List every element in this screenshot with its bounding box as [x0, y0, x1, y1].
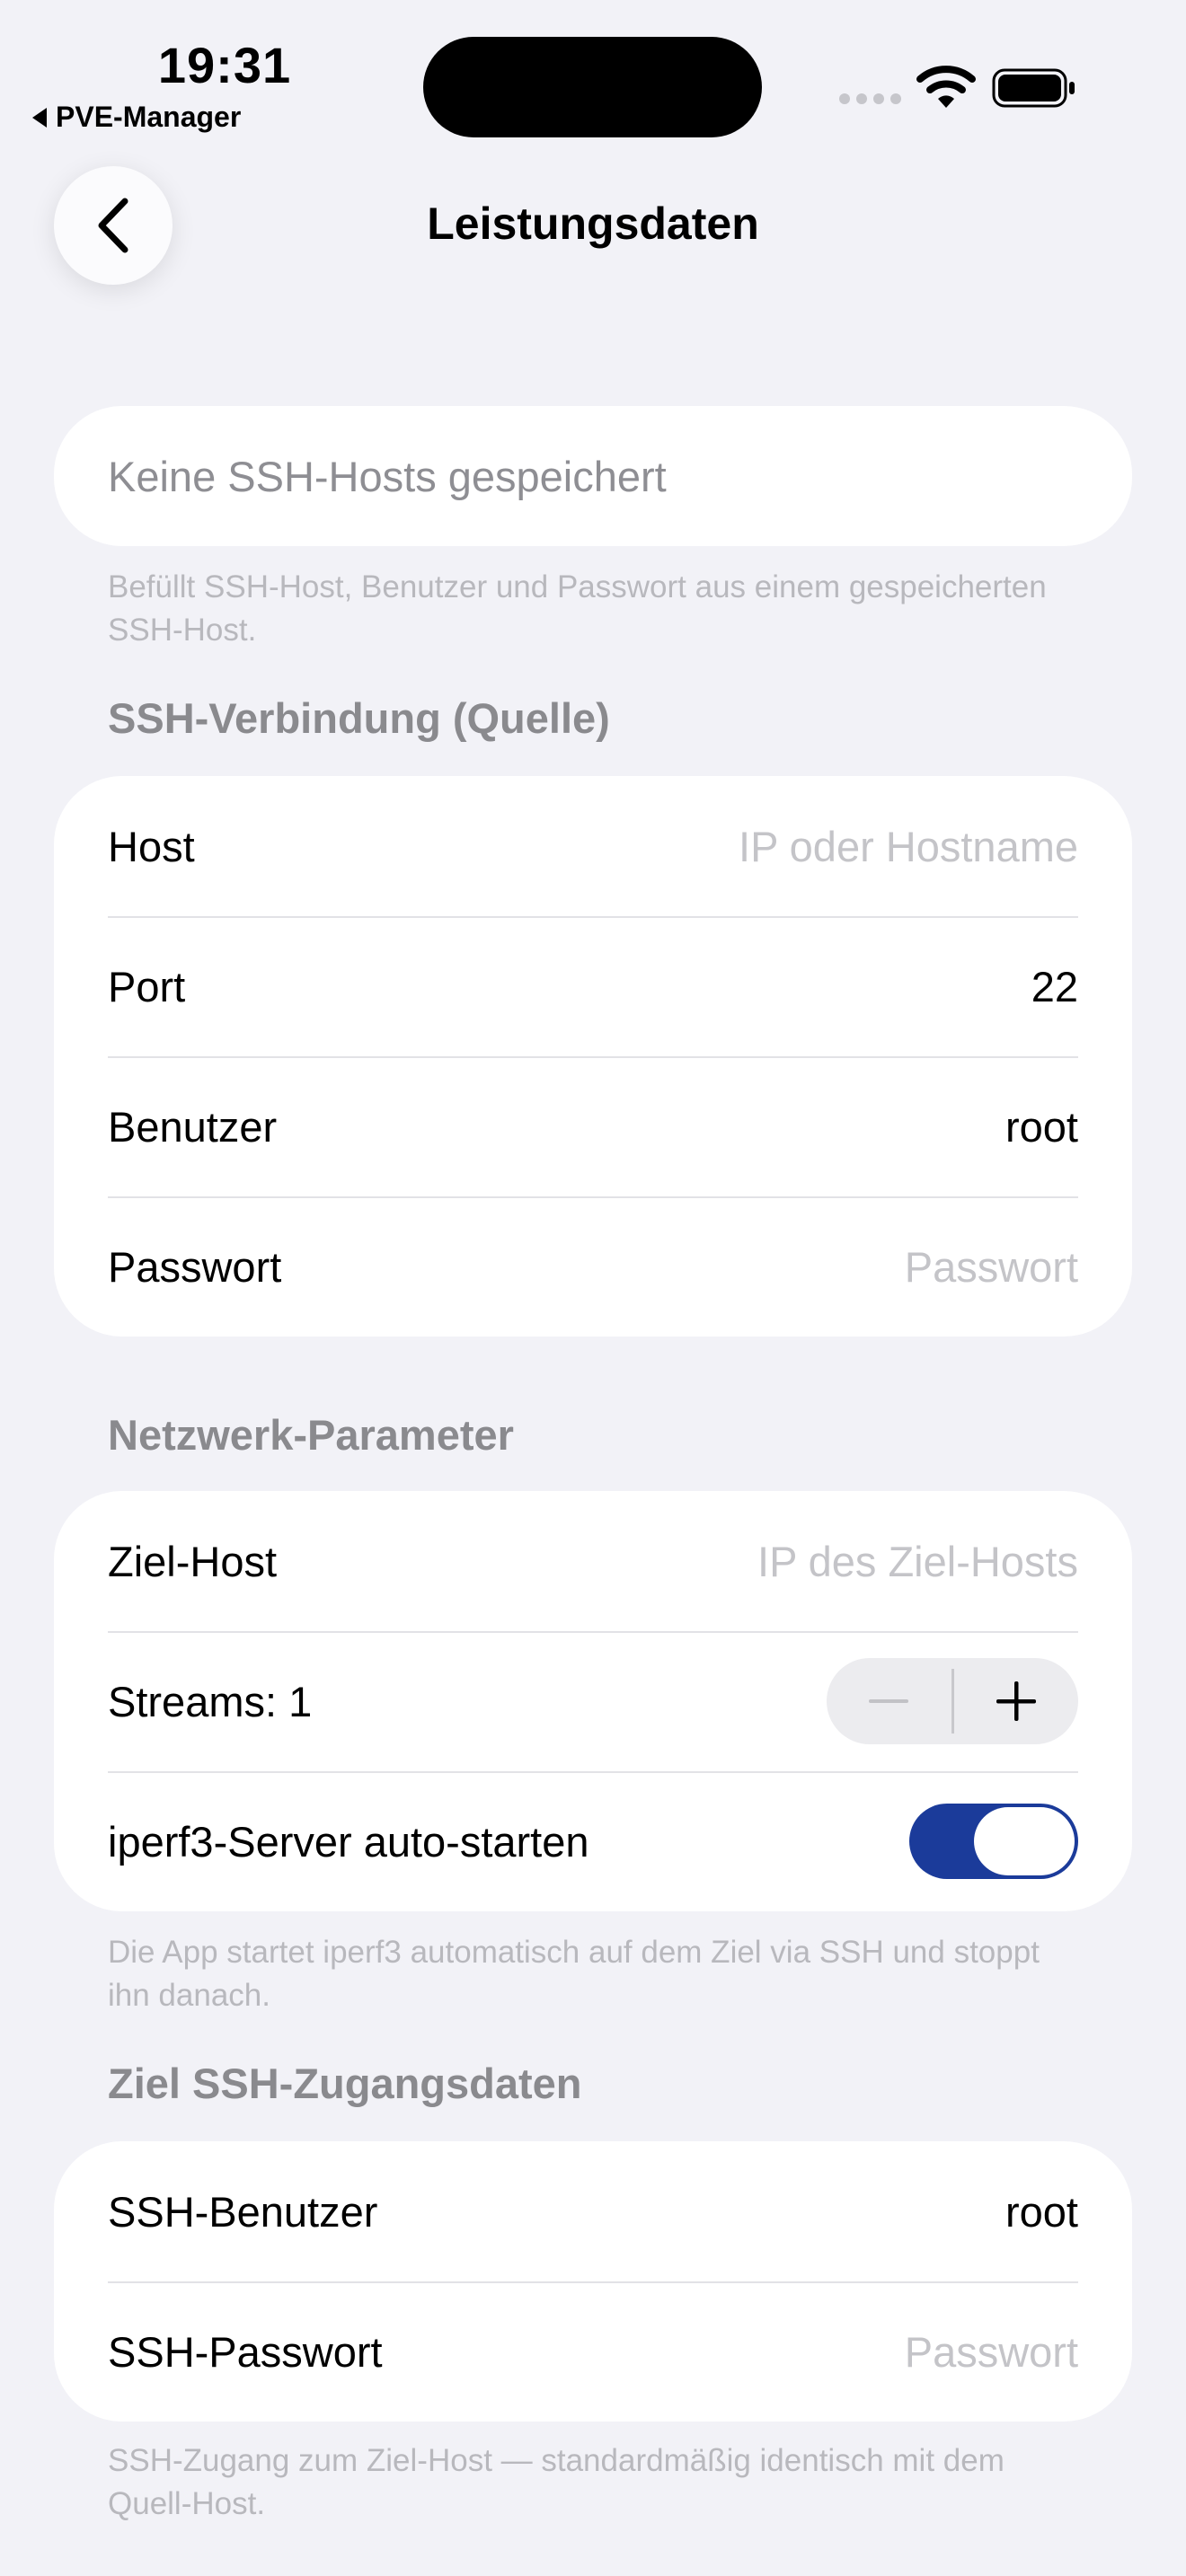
user-row[interactable]: Benutzer root — [54, 1056, 1132, 1196]
target-credentials-card: SSH-Benutzer root SSH-Passwort Passwort — [54, 2141, 1132, 2422]
streams-label: Streams: 1 — [108, 1677, 313, 1725]
chevron-left-icon — [98, 198, 128, 253]
wifi-icon — [916, 66, 976, 108]
ssh-password-label: SSH-Passwort — [108, 2327, 383, 2376]
page-title: Leistungsdaten — [427, 198, 759, 249]
port-row[interactable]: Port 22 — [54, 916, 1132, 1056]
network-card: Ziel-Host IP des Ziel-Hosts Streams: 1 i… — [54, 1491, 1132, 1911]
section-header-source: SSH-Verbindung (Quelle) — [108, 694, 610, 742]
back-triangle-icon — [32, 107, 47, 128]
battery-icon — [992, 68, 1075, 108]
target-host-row[interactable]: Ziel-Host IP des Ziel-Hosts — [54, 1491, 1132, 1631]
target-credentials-footer: SSH-Zugang zum Ziel-Host — standardmäßig… — [108, 2443, 1005, 2521]
target-host-label: Ziel-Host — [108, 1537, 278, 1585]
cellular-signal-icon — [839, 93, 901, 104]
autostart-toggle[interactable] — [909, 1804, 1078, 1879]
source-connection-card: Host IP oder Hostname Port 22 Benutzer r… — [54, 776, 1132, 1337]
back-to-app-link[interactable]: PVE-Manager — [32, 101, 241, 134]
plus-icon — [996, 1681, 1036, 1721]
streams-stepper[interactable] — [827, 1658, 1078, 1744]
ssh-password-input[interactable]: Passwort — [905, 2327, 1078, 2377]
ssh-host-picker-placeholder: Keine SSH-Hosts gespeichert — [108, 452, 667, 500]
user-input[interactable]: root — [1005, 1102, 1078, 1151]
ssh-host-picker-footer: Befüllt SSH-Host, Benutzer und Passwort … — [108, 569, 1047, 648]
password-label: Passwort — [108, 1242, 282, 1291]
section-header-network: Netzwerk-Parameter — [108, 1411, 514, 1459]
toggle-knob — [974, 1807, 1075, 1875]
minus-icon — [869, 1699, 909, 1703]
status-time: 19:31 — [157, 37, 292, 93]
increment-button[interactable] — [954, 1658, 1079, 1744]
host-label: Host — [108, 822, 195, 870]
back-app-label: PVE-Manager — [56, 101, 242, 133]
password-input[interactable]: Passwort — [905, 1242, 1078, 1292]
ssh-password-row[interactable]: SSH-Passwort Passwort — [54, 2281, 1132, 2422]
password-row[interactable]: Passwort Passwort — [54, 1196, 1132, 1337]
target-host-input[interactable]: IP des Ziel-Hosts — [757, 1537, 1078, 1586]
ssh-user-label: SSH-Benutzer — [108, 2187, 378, 2236]
host-row[interactable]: Host IP oder Hostname — [54, 776, 1132, 916]
user-label: Benutzer — [108, 1102, 278, 1151]
dynamic-island — [423, 37, 762, 137]
port-input[interactable]: 22 — [1031, 962, 1078, 1011]
host-input[interactable]: IP oder Hostname — [739, 822, 1078, 871]
port-label: Port — [108, 962, 186, 1010]
decrement-button[interactable] — [827, 1658, 951, 1744]
ssh-user-input[interactable]: root — [1005, 2187, 1078, 2236]
streams-row: Streams: 1 — [54, 1631, 1132, 1771]
ssh-host-picker[interactable]: Keine SSH-Hosts gespeichert — [54, 406, 1132, 546]
ssh-user-row[interactable]: SSH-Benutzer root — [54, 2141, 1132, 2281]
back-button[interactable] — [54, 166, 173, 285]
network-footer: Die App startet iperf3 automatisch auf d… — [108, 1935, 1040, 2013]
section-header-target-credentials: Ziel SSH-Zugangsdaten — [108, 2060, 582, 2107]
autostart-row: iperf3-Server auto-starten — [54, 1771, 1132, 1911]
autostart-label: iperf3-Server auto-starten — [108, 1817, 589, 1866]
